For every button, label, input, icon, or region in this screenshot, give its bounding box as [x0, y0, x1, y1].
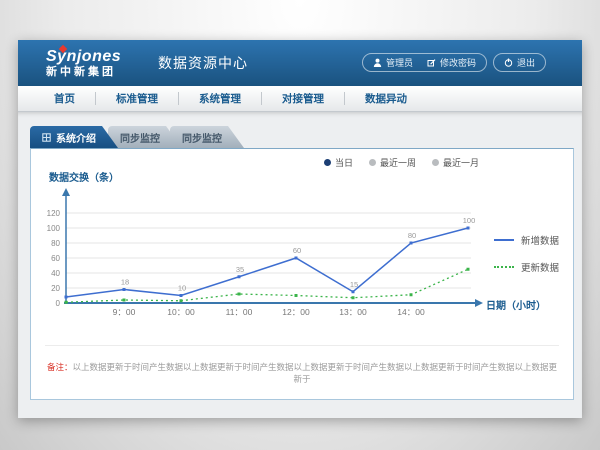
radio-label: 最近一周 [380, 156, 416, 169]
nav-item-system-mgmt[interactable]: 系统管理 [179, 91, 261, 106]
svg-text:60: 60 [293, 246, 301, 255]
footer-note: 备注：以上数据更新于时间产生数据以上数据更新于时间产生数据以上数据更新于时间产生… [45, 345, 559, 385]
radio-label: 最近一月 [443, 156, 479, 169]
grid-icon [42, 133, 51, 142]
app-window: Synjones 新中新集团 数据资源中心 管理员 [18, 40, 582, 418]
svg-text:14：00: 14：00 [397, 307, 425, 317]
radio-dot-selected [324, 159, 331, 166]
radio-label: 当日 [335, 156, 353, 169]
nav-item-docking-mgmt[interactable]: 对接管理 [262, 91, 344, 106]
change-password-label: 修改密码 [440, 56, 476, 69]
page-title: 数据资源中心 [158, 53, 248, 73]
radio-last-month[interactable]: 最近一月 [432, 156, 479, 169]
tab-label: 系统介绍 [56, 130, 96, 145]
svg-text:100: 100 [463, 216, 476, 225]
current-user[interactable]: 管理员 [373, 56, 413, 69]
svg-text:9：00: 9：00 [113, 307, 136, 317]
y-axis-title: 数据交换（条） [49, 169, 119, 184]
content-area: 系统介绍 同步监控 同步监控 当日 最近一周 [18, 112, 582, 418]
nav-item-standard-mgmt[interactable]: 标准管理 [96, 91, 178, 106]
svg-text:13：00: 13：00 [339, 307, 367, 317]
logout-pill: 退出 [493, 53, 546, 72]
svg-text:100: 100 [47, 224, 61, 233]
date-range-filter: 当日 最近一周 最近一月 [324, 156, 479, 169]
legend-item-new-data[interactable]: 新增数据 [494, 233, 559, 247]
chart-panel: 当日 最近一周 最近一月 数据交换（条） 0 20 40 60 80 100 120 9：00… [30, 148, 574, 400]
radio-dot [369, 159, 376, 166]
svg-text:40: 40 [51, 269, 60, 278]
nav-item-home[interactable]: 首页 [34, 91, 95, 106]
tab-bar: 系统介绍 同步监控 同步监控 [30, 126, 574, 148]
radio-last-week[interactable]: 最近一周 [369, 156, 416, 169]
radio-dot [432, 159, 439, 166]
svg-text:80: 80 [51, 239, 60, 248]
svg-text:60: 60 [51, 254, 60, 263]
user-area: 管理员 修改密码 退出 [362, 53, 546, 72]
svg-text:11：00: 11：00 [226, 307, 253, 317]
legend-line-dotted [494, 266, 514, 268]
note-text: 以上数据更新于时间产生数据以上数据更新于时间产生数据以上数据更新于时间产生数据以… [73, 362, 558, 384]
user-label: 管理员 [386, 56, 413, 69]
logout-button[interactable]: 退出 [504, 56, 535, 69]
svg-text:80: 80 [408, 231, 416, 240]
svg-text:35: 35 [236, 265, 244, 274]
nav-item-data-changes[interactable]: 数据异动 [345, 91, 427, 106]
app-header: Synjones 新中新集团 数据资源中心 管理员 [18, 40, 582, 86]
tab-sync-monitor-2[interactable]: 同步监控 [170, 126, 244, 148]
svg-text:10：00: 10：00 [167, 307, 195, 317]
legend-label: 新增数据 [521, 233, 559, 247]
legend-label: 更新数据 [521, 260, 559, 274]
user-icon [373, 58, 382, 67]
logout-label: 退出 [517, 56, 535, 69]
change-password-button[interactable]: 修改密码 [427, 56, 476, 69]
note-prefix: 备注： [47, 362, 73, 372]
svg-text:18: 18 [121, 278, 129, 287]
svg-text:10: 10 [178, 284, 186, 293]
legend-line-solid [494, 239, 514, 241]
svg-text:0: 0 [56, 299, 61, 308]
main-nav: 首页 标准管理 系统管理 对接管理 数据异动 [18, 86, 582, 112]
svg-text:12：00: 12：00 [282, 307, 310, 317]
svg-text:15: 15 [350, 280, 358, 289]
x-axis-title: 日期（小时） [486, 297, 546, 312]
tab-system-intro[interactable]: 系统介绍 [30, 126, 118, 148]
tab-label: 同步监控 [120, 130, 160, 145]
user-pill: 管理员 修改密码 [362, 53, 487, 72]
company-logo: Synjones 新中新集团 [46, 49, 142, 78]
logo-subtext: 新中新集团 [46, 67, 142, 78]
chart-legend: 新增数据 更新数据 [494, 233, 559, 274]
tab-label: 同步监控 [182, 130, 222, 145]
legend-item-updated-data[interactable]: 更新数据 [494, 260, 559, 274]
power-icon [504, 58, 513, 67]
line-chart: 0 20 40 60 80 100 120 9：00 10：00 11：00 12：00 13：00 1… [31, 168, 511, 330]
svg-text:120: 120 [47, 209, 61, 218]
svg-text:20: 20 [51, 284, 60, 293]
edit-icon [427, 58, 436, 67]
radio-today[interactable]: 当日 [324, 156, 353, 169]
